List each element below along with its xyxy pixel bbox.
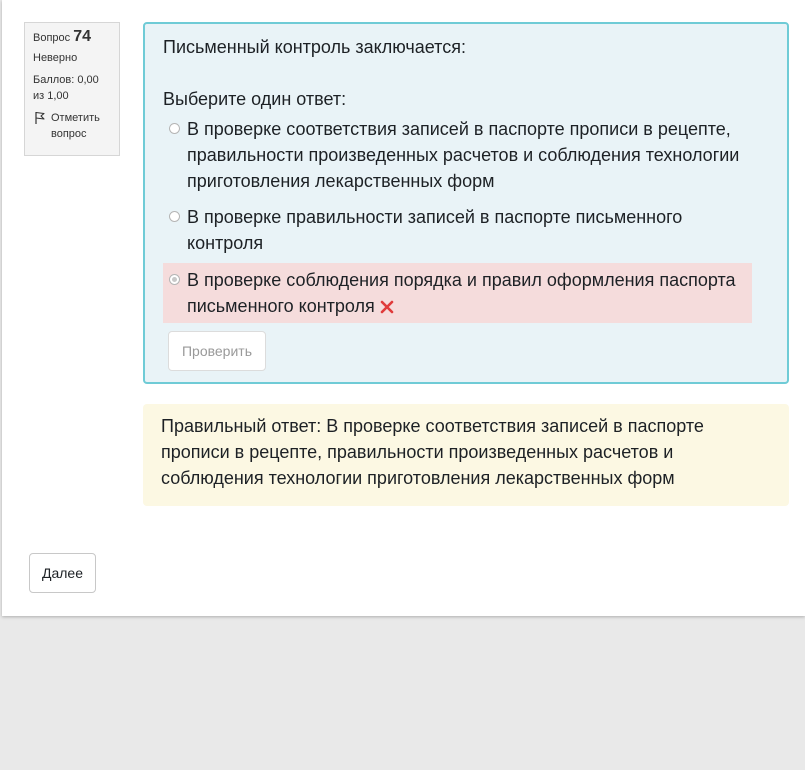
- incorrect-cross-icon: [380, 300, 394, 314]
- answer-label: В проверке соответствия записей в паспор…: [187, 119, 740, 191]
- right-answer-text: Правильный ответ: В проверке соответстви…: [161, 416, 704, 488]
- page-container: Вопрос 74 Неверно Баллов: 0,00 из 1,00 О…: [2, 0, 805, 616]
- radio-button[interactable]: [169, 211, 180, 222]
- answer-option-1[interactable]: В проверке соответствия записей в паспор…: [163, 116, 753, 194]
- answer-option-2[interactable]: В проверке правильности записей в паспор…: [163, 204, 753, 256]
- question-state: Неверно: [33, 52, 78, 64]
- answer-label: В проверке соблюдения порядка и правил о…: [187, 270, 736, 316]
- question-formulation: Письменный контроль заключается: Выберит…: [143, 22, 789, 384]
- question-text: Письменный контроль заключается:: [163, 37, 466, 57]
- flag-icon: [35, 111, 45, 124]
- answer-label: В проверке правильности записей в паспор…: [187, 207, 683, 253]
- question-number-value: 74: [73, 28, 92, 45]
- right-answer-feedback: Правильный ответ: В проверке соответстви…: [143, 404, 789, 506]
- question-number: Вопрос 74: [33, 29, 111, 46]
- radio-button[interactable]: [169, 123, 180, 134]
- answer-option-3-incorrect[interactable]: В проверке соблюдения порядка и правил о…: [163, 263, 752, 323]
- flag-label: Отметить вопрос: [51, 112, 100, 140]
- question-info-panel: Вопрос 74 Неверно Баллов: 0,00 из 1,00 О…: [24, 22, 120, 156]
- next-button[interactable]: Далее: [29, 553, 96, 593]
- answer-prompt: Выберите один ответ:: [163, 89, 347, 109]
- flag-question-link[interactable]: Отметить вопрос: [33, 110, 111, 142]
- check-button[interactable]: Проверить: [168, 331, 266, 371]
- question-label: Вопрос: [33, 32, 71, 44]
- radio-button-selected[interactable]: [169, 274, 180, 285]
- question-grade: Баллов: 0,00 из 1,00: [33, 74, 99, 102]
